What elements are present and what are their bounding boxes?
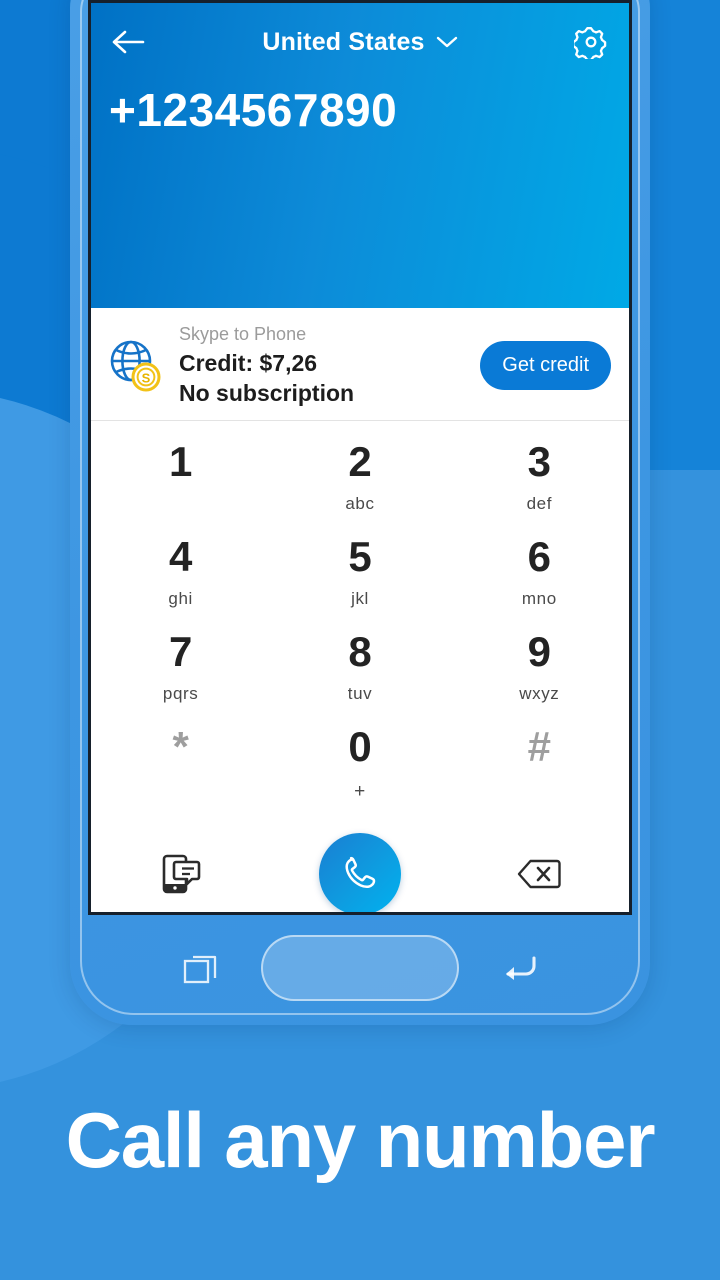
- key-2[interactable]: 2 abc: [270, 435, 449, 530]
- key-digit: #: [527, 723, 551, 771]
- sms-button[interactable]: [150, 843, 212, 905]
- key-digit: 1: [168, 438, 193, 486]
- promo-caption: Call any number: [65, 1096, 656, 1184]
- phone-handset-icon: [345, 857, 376, 889]
- globe-coin-icon: S: [110, 340, 161, 392]
- key-letters: pqrs: [162, 684, 199, 704]
- key-digit: *: [172, 723, 189, 771]
- key-9[interactable]: 9 wxyz: [450, 625, 629, 720]
- recents-icon: [183, 955, 217, 984]
- key-digit: 6: [527, 533, 551, 581]
- key-3[interactable]: 3 def: [450, 435, 629, 530]
- recents-button[interactable]: [176, 942, 228, 994]
- key-digit: 4: [168, 533, 193, 581]
- key-4[interactable]: 4 ghi: [91, 530, 270, 625]
- key-letters: ghi: [168, 589, 193, 609]
- key-letters: jkl: [351, 589, 369, 609]
- dialer-action-row: [91, 815, 629, 912]
- key-digit: 9: [527, 628, 551, 676]
- key-7[interactable]: 7 pqrs: [91, 625, 270, 720]
- call-button[interactable]: [318, 833, 401, 912]
- subscription-status: No subscription: [179, 379, 355, 406]
- chevron-down-icon: [436, 36, 457, 48]
- phone-number-display[interactable]: +1234567890: [109, 83, 397, 137]
- home-button[interactable]: [261, 935, 459, 1001]
- device-nav-bar: [98, 932, 622, 1004]
- key-0[interactable]: 0 +: [270, 720, 449, 815]
- key-6[interactable]: 6 mno: [450, 530, 629, 625]
- dial-keypad: 1 2 abc 3 def 4 ghi 5 jkl 6 mno 7 pqrs 8 tuv 9 wxyz * 0 + #: [91, 421, 629, 816]
- backspace-button[interactable]: [508, 843, 570, 905]
- phone-device: United States +1234567890 S Skype to Pho…: [70, 0, 650, 1025]
- key-letters: abc: [345, 494, 375, 514]
- credit-title: Skype to Phone: [179, 324, 307, 344]
- key-digit: 8: [348, 628, 372, 676]
- svg-text:S: S: [142, 371, 151, 386]
- credit-amount: Credit: $7,26: [179, 349, 318, 376]
- credit-bar: S Skype to Phone Credit: $7,26 No subscr…: [91, 308, 629, 422]
- app-header: United States +1234567890: [91, 3, 629, 308]
- key-letters: wxyz: [519, 684, 560, 704]
- settings-button[interactable]: [567, 18, 615, 66]
- key-letters: def: [526, 494, 553, 514]
- arrow-left-icon: [112, 30, 145, 54]
- key-star[interactable]: *: [91, 720, 270, 815]
- country-name: United States: [262, 27, 425, 56]
- top-bar: United States: [91, 3, 629, 81]
- phone-screen: United States +1234567890 S Skype to Pho…: [88, 0, 632, 915]
- key-letters: +: [354, 781, 366, 803]
- key-hash[interactable]: #: [450, 720, 629, 815]
- key-8[interactable]: 8 tuv: [270, 625, 449, 720]
- back-nav-button[interactable]: [492, 942, 544, 994]
- country-selector[interactable]: United States: [262, 28, 457, 57]
- key-digit: 0: [348, 723, 372, 771]
- backspace-icon: [518, 860, 562, 889]
- gear-icon: [574, 27, 607, 59]
- key-digit: 3: [527, 438, 551, 486]
- get-credit-button[interactable]: Get credit: [480, 340, 611, 390]
- key-1[interactable]: 1: [91, 435, 270, 530]
- key-digit: 2: [348, 438, 372, 486]
- key-letters: tuv: [347, 684, 373, 704]
- phone-message-icon: [162, 854, 200, 894]
- back-arrow-icon: [506, 956, 536, 980]
- key-digit: 5: [348, 533, 372, 581]
- key-digit: 7: [168, 628, 193, 676]
- credit-text-group: Skype to Phone Credit: $7,26 No subscrip…: [179, 322, 480, 408]
- back-button[interactable]: [105, 18, 153, 66]
- key-5[interactable]: 5 jkl: [270, 530, 449, 625]
- key-letters: mno: [521, 589, 557, 609]
